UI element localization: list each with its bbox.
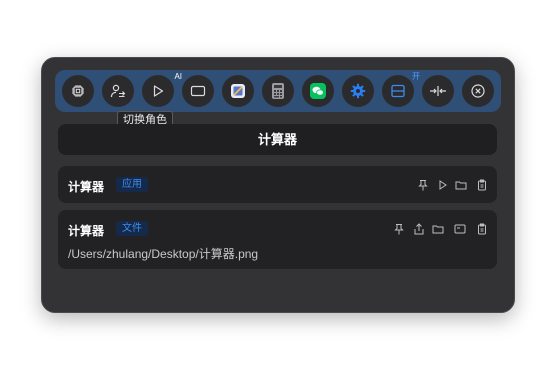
play-ai-button[interactable]: AI	[142, 72, 182, 107]
arrows-inward-icon	[430, 86, 446, 96]
person-switch-icon	[110, 84, 126, 98]
close-circle-icon	[471, 84, 485, 98]
calculator-app-button[interactable]	[262, 75, 294, 107]
tag-badge: 应用	[116, 177, 148, 192]
app-button[interactable]	[222, 75, 254, 107]
share-icon[interactable]	[413, 223, 425, 235]
merge-button[interactable]	[422, 75, 454, 107]
split-icon	[391, 84, 405, 98]
clipboard-icon[interactable]	[476, 179, 488, 191]
pin-icon[interactable]	[393, 223, 405, 235]
toolbar: AI 开	[55, 70, 501, 112]
calculator-icon	[272, 83, 284, 99]
on-badge: 开	[412, 72, 420, 81]
clipboard-icon[interactable]	[476, 223, 488, 235]
play-icon[interactable]	[437, 179, 449, 191]
tag-badge: 文件	[116, 221, 148, 236]
result-item-file[interactable]: 计算器 文件 /Users/zhulang/Desktop/计算器.png	[58, 210, 497, 269]
launcher-panel: AI 开 切换角色 计算器 计算器 应用 计算器 文件 /Users/zhula…	[41, 57, 515, 313]
search-query[interactable]: 计算器	[58, 124, 497, 155]
settings-button[interactable]	[342, 75, 374, 107]
play-icon	[153, 85, 164, 97]
result-item-app[interactable]: 计算器 应用	[58, 166, 497, 203]
app-palette-icon	[231, 84, 245, 98]
window-button[interactable]	[182, 75, 214, 107]
result-title: 计算器	[68, 180, 105, 194]
wechat-icon	[310, 83, 326, 99]
switch-role-button[interactable]	[102, 75, 134, 107]
file-path: /Users/zhulang/Desktop/计算器.png	[68, 247, 259, 261]
folder-icon[interactable]	[455, 179, 467, 191]
gear-icon	[350, 83, 366, 99]
preview-icon[interactable]	[454, 223, 466, 235]
chip-icon	[72, 85, 84, 97]
result-title: 计算器	[68, 224, 105, 238]
ai-badge: AI	[174, 72, 182, 81]
rectangle-icon	[190, 85, 206, 97]
chip-button[interactable]	[62, 75, 94, 107]
folder-icon[interactable]	[432, 223, 444, 235]
close-button[interactable]	[462, 75, 494, 107]
pin-icon[interactable]	[417, 179, 429, 191]
split-view-button[interactable]: 开	[382, 72, 420, 107]
wechat-button[interactable]	[302, 75, 334, 107]
